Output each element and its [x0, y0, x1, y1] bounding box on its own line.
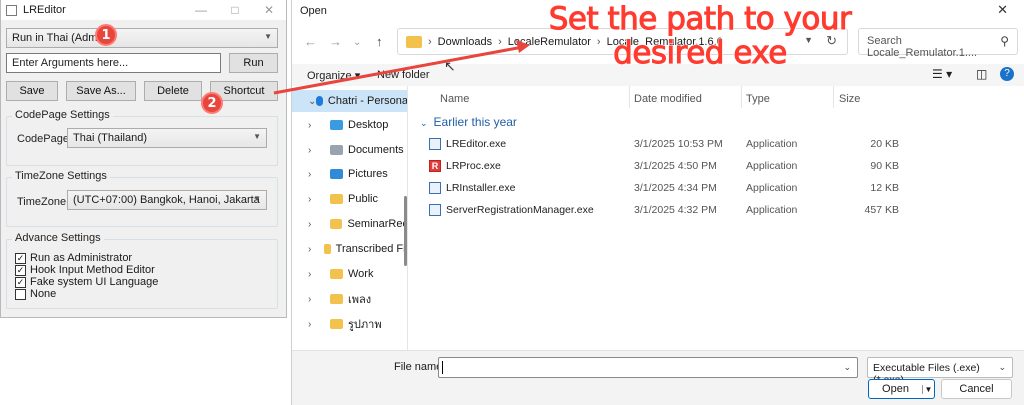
callout-text: Set the path to your desired exe: [548, 1, 852, 71]
arrow-line: [273, 45, 524, 95]
mouse-cursor-icon: ↖: [444, 58, 456, 74]
screen: LREditor — □ ✕ Run in Thai (Admin) ▼ Ent…: [0, 0, 1024, 405]
step-2-badge: 2: [201, 92, 223, 114]
arrow-head-icon: [516, 40, 530, 53]
step-1-badge: 1: [95, 24, 117, 46]
annotation-arrow: [273, 40, 530, 95]
